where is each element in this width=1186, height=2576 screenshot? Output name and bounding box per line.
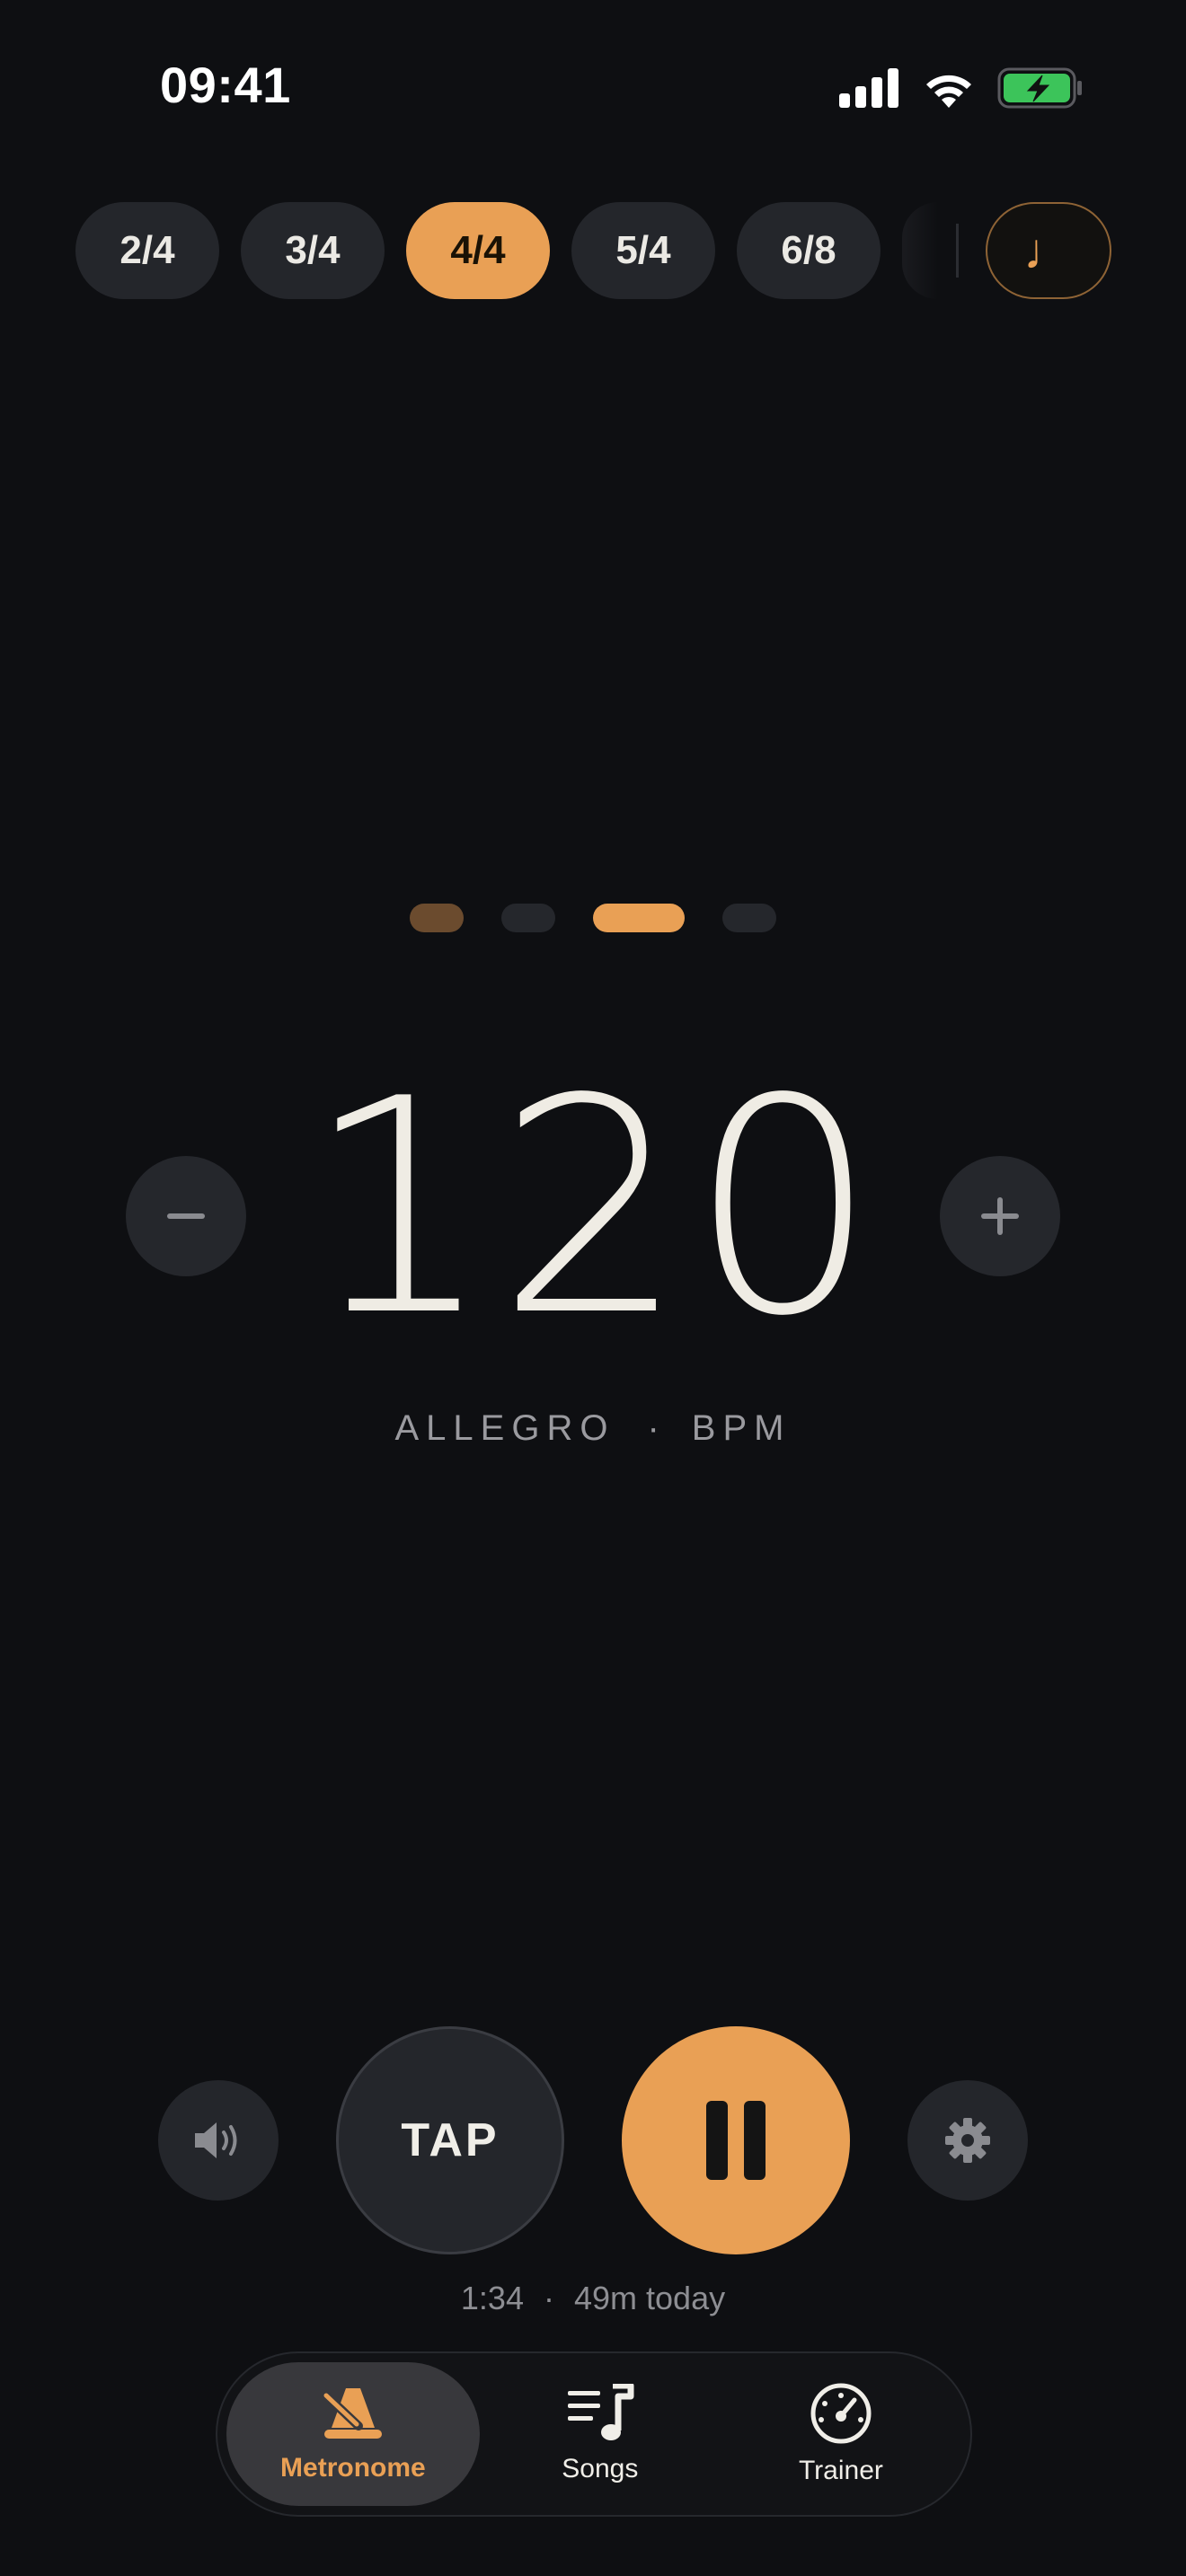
plus-icon xyxy=(981,1197,1019,1235)
cellular-signal-icon xyxy=(839,68,898,108)
metronome-icon xyxy=(319,2388,382,2439)
beat-indicator-3 xyxy=(593,904,685,932)
session-today: 49m today xyxy=(573,2280,726,2316)
pause-icon xyxy=(706,2101,766,2180)
tab-songs[interactable]: Songs xyxy=(480,2362,721,2506)
status-time: 09:41 xyxy=(160,57,291,113)
tempo-separator: · xyxy=(647,1408,659,1448)
bpm-value[interactable]: 120 xyxy=(305,1036,878,1381)
time-signature-2-4[interactable]: 2/4 xyxy=(75,202,219,299)
song-list-icon xyxy=(567,2384,634,2440)
quarter-note-icon: ♩ xyxy=(1023,222,1074,279)
speaker-icon xyxy=(195,2122,237,2158)
metronome-screen: 09:41 2/4 3/4 4/4 5/4 6/8 ♩ 120 ALLEGRO … xyxy=(0,0,1186,2576)
battery-charging-icon xyxy=(997,67,1082,109)
session-separator: · xyxy=(543,2280,554,2316)
sound-button[interactable] xyxy=(158,2080,279,2201)
gear-icon xyxy=(945,2118,990,2163)
tab-metronome-label: Metronome xyxy=(280,2453,426,2483)
beat-indicator-1 xyxy=(410,904,464,932)
time-signature-selector: 2/4 3/4 4/4 5/4 6/8 ♩ xyxy=(75,201,1118,300)
decrease-tempo-button[interactable] xyxy=(126,1156,246,1276)
tempo-unit: BPM xyxy=(691,1408,792,1448)
beat-indicators xyxy=(0,904,1186,932)
tab-trainer-label: Trainer xyxy=(798,2456,883,2485)
subdivision-button[interactable]: ♩ xyxy=(986,202,1111,299)
tempo-label: ALLEGRO · BPM xyxy=(0,1408,1186,1449)
minus-icon xyxy=(167,1213,205,1219)
chip-divider xyxy=(956,224,959,278)
tab-songs-label: Songs xyxy=(562,2454,639,2483)
time-signature-overflow[interactable] xyxy=(902,202,938,299)
time-signature-5-4[interactable]: 5/4 xyxy=(571,202,715,299)
tab-trainer[interactable]: Trainer xyxy=(721,2362,961,2506)
time-signature-3-4[interactable]: 3/4 xyxy=(241,202,385,299)
wifi-icon xyxy=(926,75,971,108)
pause-button[interactable] xyxy=(622,2026,850,2254)
time-signature-4-4[interactable]: 4/4 xyxy=(406,202,550,299)
time-signature-6-8[interactable]: 6/8 xyxy=(737,202,881,299)
session-stats: 1:34 · 49m today xyxy=(0,2280,1186,2317)
session-elapsed: 1:34 xyxy=(460,2280,524,2316)
increase-tempo-button[interactable] xyxy=(940,1156,1060,1276)
beat-indicator-4 xyxy=(722,904,776,932)
tap-tempo-button[interactable]: TAP xyxy=(336,2026,564,2254)
status-icons xyxy=(839,63,1084,113)
speedometer-icon xyxy=(810,2383,872,2444)
tab-metronome[interactable]: Metronome xyxy=(226,2362,480,2506)
beat-indicator-2 xyxy=(501,904,555,932)
settings-button[interactable] xyxy=(907,2080,1028,2201)
tempo-marking: ALLEGRO xyxy=(394,1408,615,1448)
tab-bar: Metronome Songs Trainer xyxy=(216,2351,972,2517)
